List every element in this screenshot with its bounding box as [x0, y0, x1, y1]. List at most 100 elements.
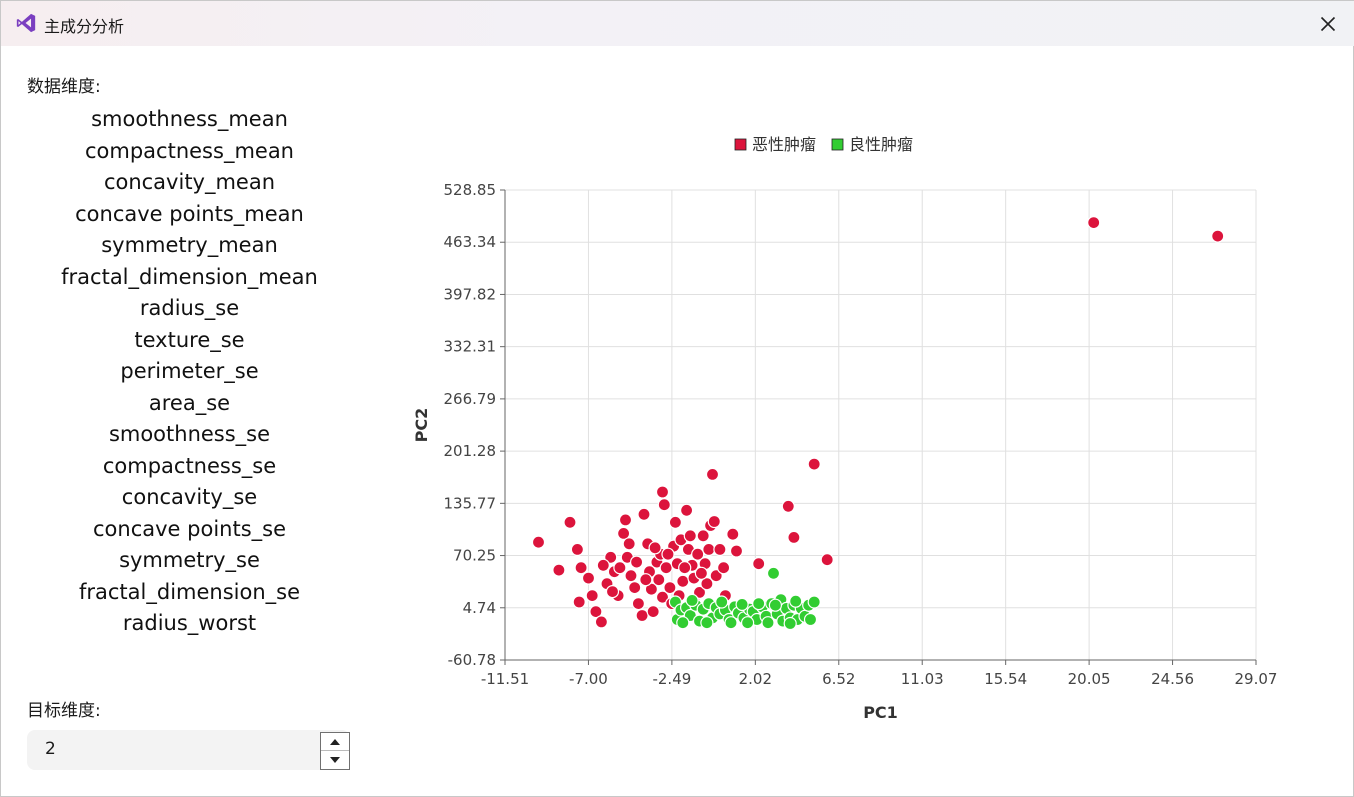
y-tick-label: 332.31	[444, 338, 497, 356]
data-point	[781, 499, 795, 513]
data-point	[618, 513, 633, 527]
list-item[interactable]: concavity_mean	[27, 167, 352, 199]
x-tick-label: 11.03	[901, 670, 944, 688]
data-point	[659, 561, 673, 575]
legend-swatch	[831, 138, 844, 151]
data-point	[766, 566, 781, 580]
data-point	[637, 507, 651, 521]
title-bar: 主成分分析	[1, 1, 1354, 46]
list-item[interactable]: smoothness_se	[27, 419, 352, 451]
y-tick-label: 463.34	[444, 233, 497, 251]
decrement-button[interactable]	[321, 751, 349, 769]
list-item[interactable]: symmetry_mean	[27, 230, 352, 262]
target-dimensions-value[interactable]: 2	[45, 739, 56, 759]
close-button[interactable]	[1301, 1, 1354, 46]
list-item[interactable]: concave points_se	[27, 514, 352, 546]
data-point	[803, 612, 818, 627]
stepper-buttons	[320, 732, 350, 770]
x-tick-label: 15.54	[984, 670, 1027, 688]
data-point	[761, 616, 775, 630]
data-point	[676, 574, 690, 588]
data-point	[630, 555, 644, 569]
y-axis-label: PC2	[412, 408, 431, 443]
data-point	[783, 616, 797, 631]
data-point	[713, 542, 727, 556]
data-point	[668, 515, 682, 529]
data-point	[700, 616, 714, 630]
y-tick-label: 528.85	[444, 181, 497, 199]
scatter-plot-svg: -11.51 -7.00 -2.49 2.02 6.52 11.03 15.54 20.05 2…	[412, 135, 1277, 722]
list-item[interactable]: symmetry_se	[27, 545, 352, 577]
legend-label: 良性肿瘤	[849, 135, 913, 154]
data-point	[768, 598, 782, 612]
y-tick-label: 397.82	[444, 285, 497, 303]
list-item[interactable]: smoothness_mean	[27, 104, 352, 136]
list-item[interactable]: compactness_mean	[27, 136, 352, 168]
data-point	[594, 615, 608, 629]
data-point	[652, 573, 666, 587]
data-point	[715, 595, 729, 609]
list-item[interactable]: concavity_se	[27, 482, 352, 514]
legend-swatch	[734, 138, 747, 151]
data-point	[624, 569, 638, 583]
data-point	[657, 498, 671, 512]
data-point	[735, 597, 749, 611]
data-point	[574, 561, 588, 575]
data-point	[752, 557, 766, 571]
data-point	[585, 589, 599, 603]
dimensions-list[interactable]: smoothness_mean compactness_mean concavi…	[27, 104, 352, 640]
list-item[interactable]: fractal_dimension_mean	[27, 262, 352, 294]
data-point	[726, 527, 740, 541]
y-tick-label: 266.79	[444, 390, 497, 408]
data-point	[635, 608, 649, 623]
x-tick-label: 2.02	[739, 670, 772, 688]
data-point	[696, 529, 710, 543]
data-point	[702, 542, 716, 556]
target-dimensions-stepper[interactable]: 2	[27, 730, 350, 770]
y-tick-label: -60.78	[448, 651, 496, 669]
data-point	[596, 558, 610, 572]
data-point	[661, 547, 675, 561]
data-point	[807, 457, 821, 471]
data-point	[552, 563, 566, 577]
data-point	[605, 585, 620, 599]
data-point	[807, 595, 821, 609]
data-point	[570, 542, 584, 556]
data-point	[631, 597, 645, 611]
data-point	[613, 561, 627, 575]
list-item[interactable]: area_se	[27, 388, 352, 420]
data-point	[648, 541, 662, 555]
list-item[interactable]: radius_worst	[27, 608, 352, 640]
data-point	[622, 537, 636, 551]
list-item[interactable]: fractal_dimension_se	[27, 577, 352, 609]
data-point	[628, 581, 642, 595]
data-point	[724, 616, 738, 630]
data-point	[639, 573, 653, 587]
pca-dialog-window: 主成分分析 数据维度: smoothness_mean compactness_…	[0, 0, 1354, 797]
data-point	[685, 593, 699, 607]
list-item[interactable]: concave points_mean	[27, 199, 352, 231]
data-point	[752, 597, 766, 611]
list-item[interactable]: radius_se	[27, 293, 352, 325]
list-item[interactable]: texture_se	[27, 325, 352, 357]
data-point	[678, 561, 692, 575]
data-point	[694, 566, 708, 580]
list-item[interactable]: compactness_se	[27, 451, 352, 483]
data-point	[789, 594, 803, 608]
visual-studio-icon	[15, 12, 37, 34]
data-point	[1211, 229, 1225, 243]
list-item[interactable]: perimeter_se	[27, 356, 352, 388]
data-point	[531, 535, 546, 549]
data-point	[676, 616, 690, 630]
caret-down-icon	[330, 757, 340, 763]
x-tick-label: -7.00	[569, 670, 608, 688]
window-title: 主成分分析	[44, 17, 125, 36]
close-icon	[1320, 16, 1336, 31]
x-axis-label: PC1	[863, 703, 898, 722]
x-tick-label: -11.51	[481, 670, 529, 688]
data-point	[741, 616, 755, 630]
data-point	[717, 561, 731, 575]
increment-button[interactable]	[321, 733, 349, 751]
x-tick-label: 6.52	[822, 670, 855, 688]
x-tick-label: -2.49	[652, 670, 691, 688]
